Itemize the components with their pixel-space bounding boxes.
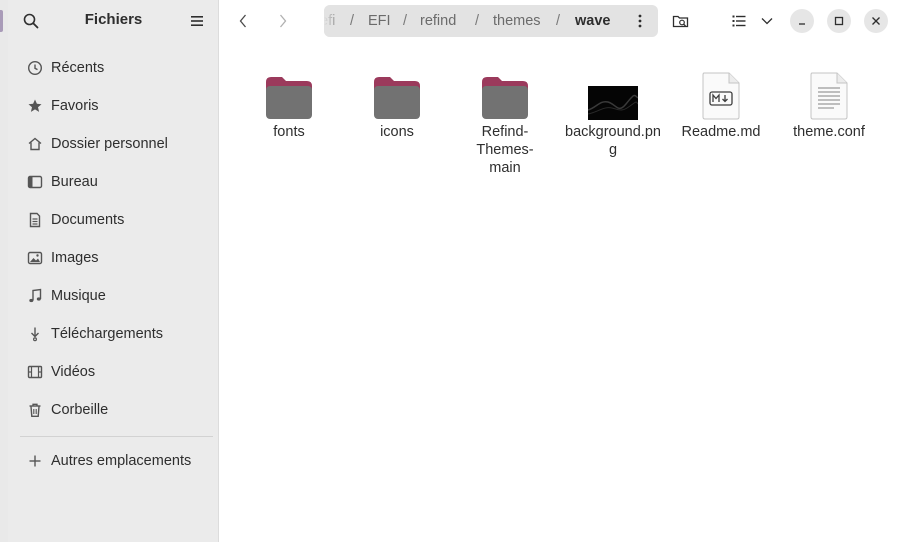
plus-icon (26, 452, 44, 470)
window-edge (0, 0, 8, 542)
folder-icon (237, 66, 341, 120)
trash-icon (26, 401, 44, 419)
star-icon (26, 97, 44, 115)
list-view-button[interactable] (726, 8, 752, 34)
sidebar-item-documents[interactable]: Documents (16, 204, 213, 236)
file-item[interactable]: background.png (561, 66, 665, 159)
search-in-folder-button[interactable] (666, 8, 696, 34)
image-icon (26, 249, 44, 267)
sidebar-item-musique[interactable]: Musique (16, 280, 213, 312)
music-icon (26, 287, 44, 305)
sidebar-item-corbeille[interactable]: Corbeille (16, 394, 213, 426)
sidebar-item-label: Images (51, 250, 99, 266)
file-name: theme.conf (793, 124, 865, 140)
path-menu-button[interactable] (628, 9, 652, 33)
markdown-file-icon (669, 66, 773, 120)
sidebar-item-favoris[interactable]: Favoris (16, 90, 213, 122)
sidebar-item-images[interactable]: Images (16, 242, 213, 274)
accent-mark (0, 10, 3, 32)
sidebar-item-label: Documents (51, 212, 125, 228)
chevron-down-icon (761, 18, 773, 25)
text-file-icon (777, 66, 881, 120)
sidebar-item-bureau[interactable]: Bureau (16, 166, 213, 198)
breadcrumb-separator: / (475, 13, 480, 29)
sidebar-item-label: Vidéos (51, 364, 96, 380)
sidebar-item-recents[interactable]: Récents (16, 52, 213, 84)
sidebar-item-label: Bureau (51, 174, 98, 190)
maximize-button[interactable] (827, 9, 851, 33)
desktop-icon (26, 173, 44, 191)
close-icon (872, 17, 880, 25)
sidebar-item-label: Autres emplacements (51, 453, 192, 469)
main-view: efi / EFI / refind / themes / wave fonts (220, 0, 898, 542)
sidebar-item-label: Dossier personnel (51, 136, 168, 152)
file-name: Refind-Themes-main (476, 124, 534, 176)
breadcrumb-separator: / (403, 13, 408, 29)
breadcrumb-separator: / (350, 13, 355, 29)
minimize-button[interactable] (790, 9, 814, 33)
file-item[interactable]: icons (345, 66, 449, 141)
minimize-icon (799, 23, 805, 25)
image-thumbnail-icon (561, 66, 665, 120)
breadcrumb-item[interactable]: refind (420, 5, 456, 37)
sidebar-header: Fichiers (8, 0, 219, 42)
file-name: background.png (565, 124, 661, 158)
path-bar: efi / EFI / refind / themes / wave (324, 5, 658, 37)
document-icon (26, 211, 44, 229)
sidebar-item-label: Favoris (51, 98, 99, 114)
download-icon (26, 325, 44, 343)
folder-icon (345, 66, 449, 120)
breadcrumb-item[interactable]: EFI (368, 5, 391, 37)
list-view-icon (732, 15, 746, 27)
sidebar-item-videos[interactable]: Vidéos (16, 356, 213, 388)
sidebar: Fichiers Récents Favoris Dossier personn… (8, 0, 219, 542)
file-item[interactable]: fonts (237, 66, 341, 141)
hamburger-icon (191, 16, 203, 26)
breadcrumb-separator: / (556, 13, 561, 29)
sidebar-item-home[interactable]: Dossier personnel (16, 128, 213, 160)
folder-icon (453, 66, 557, 120)
back-button[interactable] (228, 8, 258, 34)
breadcrumb-item[interactable]: themes (493, 5, 541, 37)
sidebar-item-label: Récents (51, 60, 105, 76)
view-options-button[interactable] (756, 8, 778, 34)
forward-button[interactable] (268, 8, 298, 34)
file-item[interactable]: Refind-Themes-main (453, 66, 557, 177)
sidebar-separator (20, 436, 213, 437)
chevron-right-icon (280, 14, 287, 28)
sidebar-item-telechargements[interactable]: Téléchargements (16, 318, 213, 350)
file-name: icons (380, 124, 414, 140)
chevron-left-icon (239, 14, 246, 28)
file-item[interactable]: theme.conf (777, 66, 881, 141)
main-menu-button[interactable] (184, 10, 210, 32)
breadcrumb-current[interactable]: wave (575, 5, 610, 37)
sidebar-item-label: Corbeille (51, 402, 109, 418)
sidebar-item-label: Musique (51, 288, 106, 304)
close-button[interactable] (864, 9, 888, 33)
folder-search-icon (672, 15, 689, 28)
clock-icon (26, 59, 44, 77)
path-fade (324, 5, 344, 37)
file-name: fonts (273, 124, 305, 140)
sidebar-item-other-locations[interactable]: Autres emplacements (16, 445, 213, 477)
maximize-icon (834, 16, 844, 26)
file-item[interactable]: Readme.md (669, 66, 773, 141)
video-icon (26, 363, 44, 381)
file-name: Readme.md (681, 124, 761, 140)
sidebar-item-label: Téléchargements (51, 326, 164, 342)
home-icon (26, 135, 44, 153)
more-vertical-icon (638, 14, 642, 28)
